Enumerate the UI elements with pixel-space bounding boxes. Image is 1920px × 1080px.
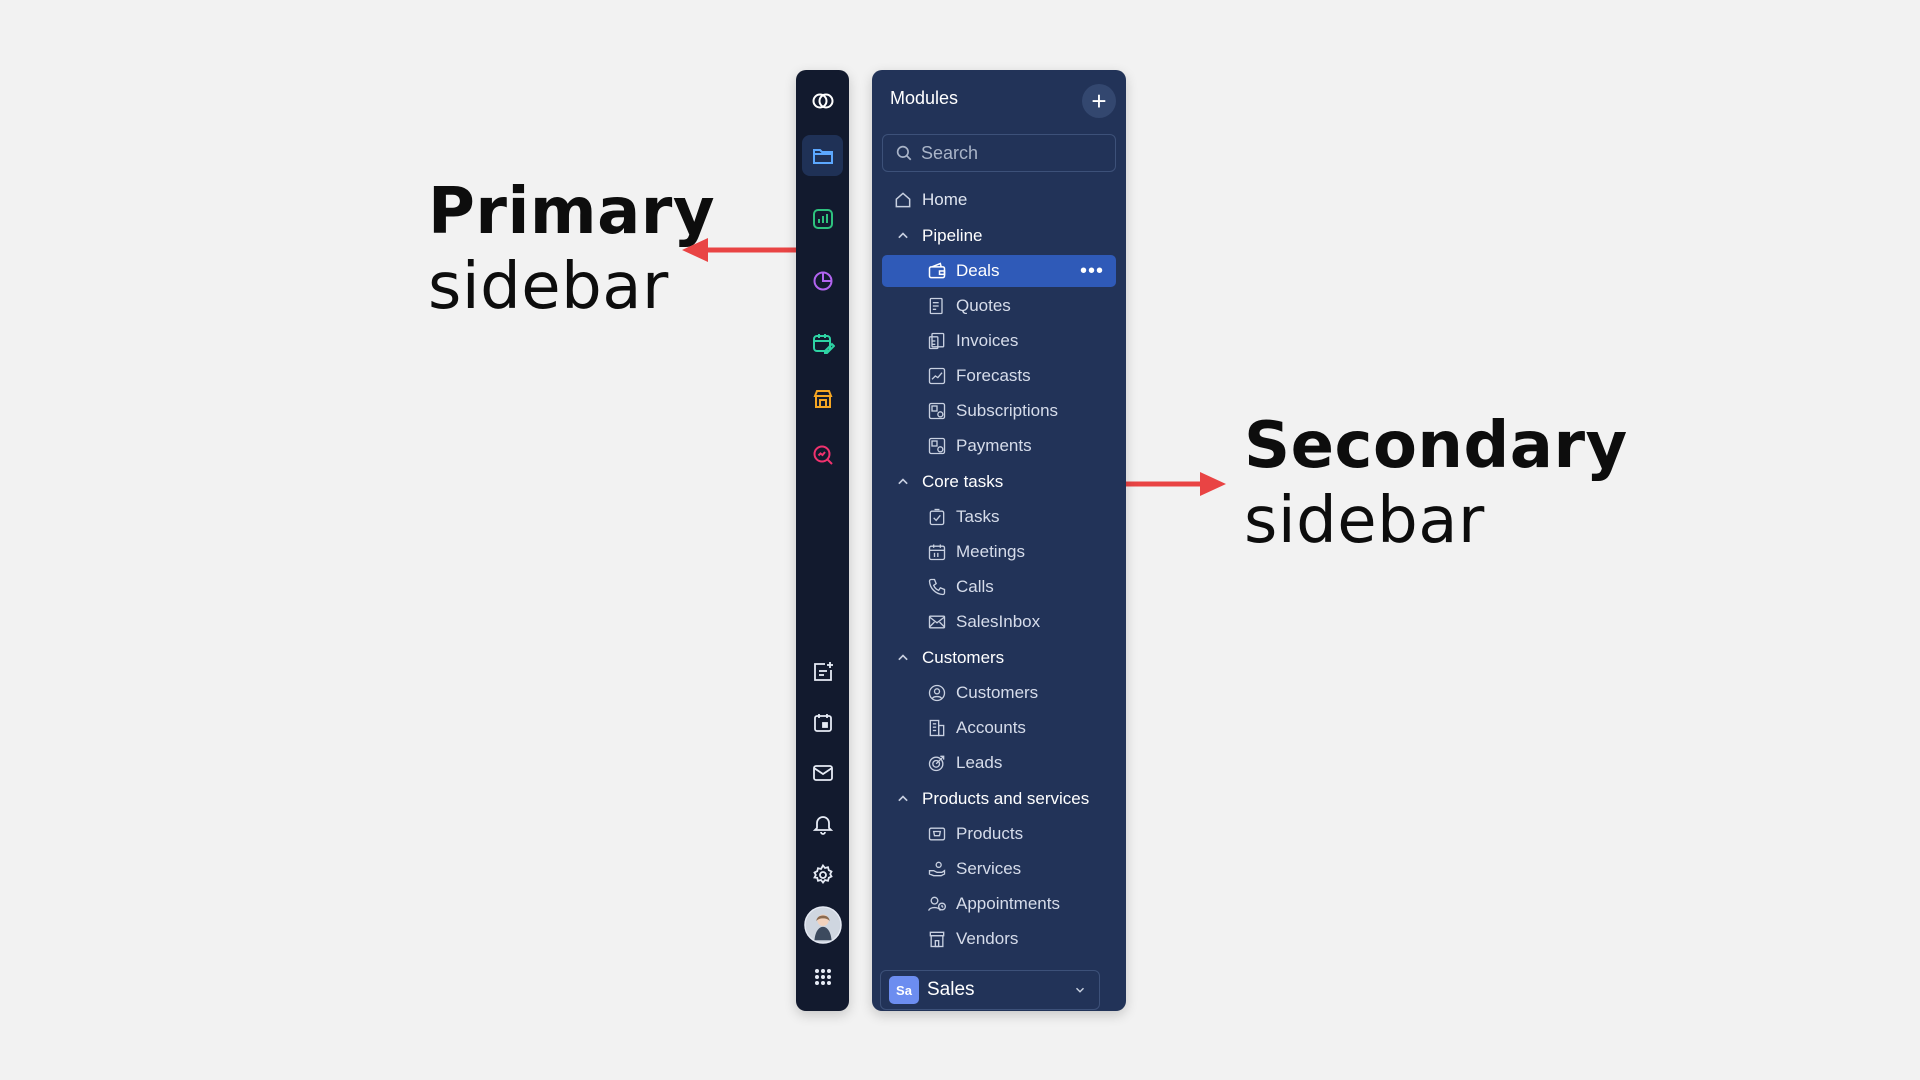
left-arrow [682, 238, 802, 262]
task-check-icon [926, 506, 948, 528]
subscription-icon [926, 400, 948, 422]
calendar-icon [926, 541, 948, 563]
nav-label: Payments [956, 436, 1032, 455]
vendor-store-icon [926, 928, 948, 950]
apps-grid-icon[interactable] [802, 956, 843, 997]
nav-appointments[interactable]: Appointments [882, 888, 1116, 920]
nav-label: Products [956, 824, 1024, 843]
nav-label: Home [922, 190, 968, 209]
chevron-up-icon [892, 225, 914, 247]
nav-label: Forecasts [956, 366, 1031, 385]
nav-label: Deals [956, 261, 1000, 280]
chevron-up-icon [892, 788, 914, 810]
nav-subscriptions[interactable]: Subscriptions [882, 395, 1116, 427]
calendar-icon[interactable] [802, 702, 843, 743]
chevron-up-icon [892, 471, 914, 493]
annotation-subtitle: sidebar [428, 250, 669, 324]
annotation-title: Secondary [1244, 409, 1628, 483]
nav-salesinbox[interactable]: SalesInbox [882, 606, 1116, 638]
nav-label: Services [956, 859, 1022, 878]
quote-icon [926, 295, 948, 317]
nav-accounts[interactable]: Accounts [882, 712, 1116, 744]
secondary-sidebar-annotation: Secondary sidebar [1244, 409, 1628, 559]
nav-label: Customers [956, 683, 1039, 702]
search-analytics-icon[interactable] [802, 434, 843, 475]
nav-payments[interactable]: Payments [882, 430, 1116, 462]
mail-icon[interactable] [802, 752, 843, 793]
nav-vendors[interactable]: Vendors [882, 923, 1116, 955]
nav-label: Calls [956, 577, 994, 596]
nav-quotes[interactable]: Quotes [882, 290, 1116, 322]
avatar[interactable] [802, 904, 843, 945]
add-module-button[interactable]: + [1082, 84, 1116, 118]
store-icon[interactable] [802, 378, 843, 419]
add-note-icon[interactable] [802, 651, 843, 692]
nav-forecasts[interactable]: Forecasts [882, 360, 1116, 392]
nav-customers[interactable]: Customers [882, 677, 1116, 709]
primary-sidebar [796, 70, 849, 1011]
invoice-icon [926, 330, 948, 352]
trend-icon [926, 365, 948, 387]
group-label: Products and services [922, 789, 1090, 808]
primary-sidebar-annotation: Primary sidebar [428, 175, 715, 325]
nav-deals[interactable]: Deals ••• [882, 255, 1116, 287]
product-box-icon [926, 823, 948, 845]
nav-services[interactable]: Services [882, 853, 1116, 885]
bell-icon[interactable] [802, 803, 843, 844]
gear-icon[interactable] [802, 854, 843, 895]
app-badge: Sa [889, 976, 919, 1004]
nav-label: Leads [956, 753, 1003, 772]
nav-meetings[interactable]: Meetings [882, 536, 1116, 568]
appointment-icon [926, 893, 948, 915]
nav-label: Quotes [956, 296, 1011, 315]
nav-label: Meetings [956, 542, 1025, 561]
building-icon [926, 717, 948, 739]
logo-icon[interactable] [802, 80, 843, 121]
folder-icon[interactable] [802, 135, 843, 176]
nav-products[interactable]: Products [882, 818, 1116, 850]
modules-title: Modules [890, 88, 959, 108]
search-icon [896, 145, 912, 161]
wallet-icon [926, 260, 948, 282]
nav-calls[interactable]: Calls [882, 571, 1116, 603]
nav-tasks[interactable]: Tasks [882, 501, 1116, 533]
annotation-title: Primary [428, 175, 716, 249]
home-icon [892, 189, 914, 211]
nav-label: Tasks [956, 507, 1000, 526]
chevron-down-icon [1075, 987, 1085, 993]
more-options-icon[interactable]: ••• [1080, 261, 1104, 281]
group-core-tasks[interactable]: Core tasks [882, 466, 1116, 498]
calendar-edit-icon[interactable] [802, 322, 843, 363]
pie-chart-icon[interactable] [802, 260, 843, 301]
annotation-subtitle: sidebar [1244, 484, 1485, 558]
target-icon [926, 752, 948, 774]
nav-label: Vendors [956, 929, 1019, 948]
group-label: Customers [922, 648, 1005, 667]
chart-icon[interactable] [802, 198, 843, 239]
nav-label: Accounts [956, 718, 1026, 737]
group-label: Core tasks [922, 472, 1004, 491]
search-input[interactable]: Search [882, 134, 1116, 172]
group-label: Pipeline [922, 226, 983, 245]
app-switcher[interactable]: Sa Sales [880, 970, 1100, 1010]
user-circle-icon [926, 682, 948, 704]
nav-leads[interactable]: Leads [882, 747, 1116, 779]
nav-label: Appointments [956, 894, 1060, 913]
nav-invoices[interactable]: Invoices [882, 325, 1116, 357]
inbox-icon [926, 611, 948, 633]
chevron-up-icon [892, 647, 914, 669]
group-products-services[interactable]: Products and services [882, 783, 1116, 815]
group-customers[interactable]: Customers [882, 642, 1116, 674]
group-pipeline[interactable]: Pipeline [882, 220, 1116, 252]
app-name: Sales [927, 979, 975, 1000]
nav-label: Subscriptions [956, 401, 1059, 420]
phone-icon [926, 576, 948, 598]
payment-icon [926, 435, 948, 457]
nav-label: SalesInbox [956, 612, 1041, 631]
services-icon [926, 858, 948, 880]
nav-label: Invoices [956, 331, 1019, 350]
search-placeholder: Search [921, 142, 979, 163]
secondary-sidebar: Modules + Search Home Pipeline Deals •••… [872, 70, 1126, 1011]
nav-home[interactable]: Home [882, 184, 1116, 216]
